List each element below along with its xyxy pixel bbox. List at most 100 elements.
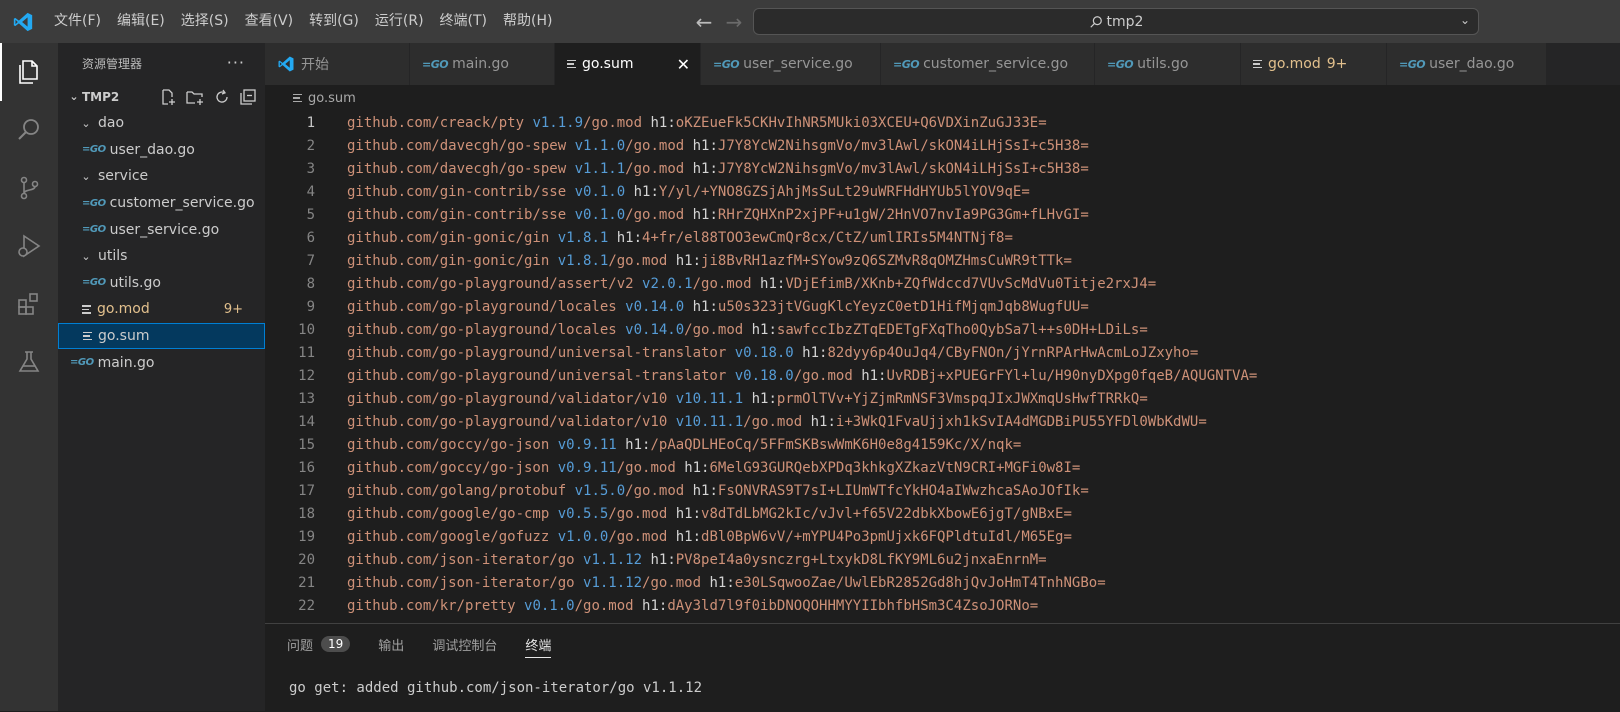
module-path: github.com/go-playground/universal-trans…: [347, 344, 727, 361]
line-number: 12: [298, 367, 315, 384]
tab-user-dao-go[interactable]: =GO user_dao.go: [1387, 43, 1547, 85]
tree-item-main-go[interactable]: =GO main.go: [58, 349, 265, 376]
source-control-icon[interactable]: [0, 159, 58, 217]
tab-go-sum[interactable]: go.sum ✕: [555, 43, 701, 85]
tree-item-go-sum[interactable]: go.sum: [58, 322, 265, 350]
module-version: v0.1.0: [574, 183, 626, 200]
code-text: github.com/go-playground/validator/v10 v…: [347, 413, 1207, 430]
code-text: github.com/google/gofuzz v1.0.0/go.mod h…: [347, 528, 1072, 545]
line-number: 17: [298, 482, 315, 499]
tab-label: 开始: [301, 57, 329, 73]
go-file-icon: =GO: [1107, 57, 1134, 71]
command-center-text: tmp2: [1106, 13, 1144, 30]
tree-item-service[interactable]: ⌄ service: [58, 163, 265, 190]
panel-tab[interactable]: 终端: [525, 624, 552, 664]
chevron-down-icon[interactable]: ⌄: [1460, 13, 1470, 27]
tab--[interactable]: 开始: [265, 43, 410, 85]
menu-item[interactable]: 帮助(H): [495, 0, 560, 43]
menu-item[interactable]: 编辑(E): [109, 0, 173, 43]
go-file-icon: =GO: [70, 357, 94, 369]
line-number: 7: [306, 252, 315, 269]
problem-count-badge: 9+: [223, 301, 243, 317]
testing-icon[interactable]: [0, 333, 58, 391]
code-text: github.com/kr/pretty v0.1.0/go.mod h1:dA…: [347, 597, 1039, 614]
forward-arrow-icon[interactable]: →: [724, 10, 744, 34]
checksum-hash: FsONVRAS9T7sI+LIUmWTfcYkHO4aIWwzhcaSAoJO…: [717, 482, 1089, 499]
command-center-search[interactable]: tmp2 ⌄: [753, 8, 1479, 35]
tree-item-user-service-go[interactable]: =GO user_service.go: [58, 216, 265, 243]
new-file-icon[interactable]: [159, 88, 177, 106]
checksum-hash: i+3WkQ1FvaUjjxh1kSvIA4dMGDBiPU55YFDl0WbK…: [835, 413, 1207, 430]
module-version: v10.11.1: [675, 413, 744, 430]
tree-item-user-dao-go[interactable]: =GO user_dao.go: [58, 137, 265, 164]
module-version: v1.0.0: [557, 528, 609, 545]
file-tree: ⌄ dao =GO user_dao.go ⌄ service =GO customer_se…: [58, 110, 265, 376]
code-text: github.com/go-playground/validator/v10 v…: [347, 390, 1148, 407]
code-line: 17 github.com/golang/protobuf v1.5.0/go.m…: [265, 479, 1620, 502]
go-mod-suffix: /go.mod: [743, 413, 803, 430]
module-version: v1.1.12: [583, 574, 643, 591]
checksum-hash: RHrZQHXnP2xjPF+u1gW/2HnVO7nvIa9PG3Gm+fLH…: [717, 206, 1089, 223]
extensions-icon[interactable]: [0, 275, 58, 333]
close-icon[interactable]: ✕: [677, 55, 690, 74]
refresh-icon[interactable]: [213, 88, 231, 106]
collapse-all-icon[interactable]: [239, 88, 257, 106]
checksum-hash: 4+fr/el88TOO3ewCmQr8cx/CtZ/umlIRIs5M4NTN…: [642, 229, 1013, 246]
search-icon[interactable]: [0, 101, 58, 159]
go-mod-suffix: /go.mod: [642, 574, 702, 591]
go-mod-suffix: /go.mod: [793, 367, 853, 384]
explorer-icon[interactable]: [0, 43, 58, 101]
tab-utils-go[interactable]: =GO utils.go: [1095, 43, 1241, 85]
module-path: github.com/json-iterator/go: [347, 551, 575, 568]
back-arrow-icon[interactable]: ←: [694, 10, 714, 34]
module-path: github.com/goccy/go-json: [347, 459, 550, 476]
menu-item[interactable]: 查看(V): [237, 0, 302, 43]
code-line: 1 github.com/creack/pty v1.1.9/go.mod h1:…: [265, 111, 1620, 134]
menu-item[interactable]: 运行(R): [367, 0, 432, 43]
go-mod-suffix: /go.mod: [583, 114, 643, 131]
tree-item-go-mod[interactable]: go.mod 9+: [58, 296, 265, 323]
module-path: github.com/davecgh/go-spew: [347, 137, 567, 154]
tree-item-utils[interactable]: ⌄ utils: [58, 243, 265, 270]
more-actions-icon[interactable]: ···: [227, 53, 245, 72]
panel-tab[interactable]: 输出: [378, 624, 404, 664]
menu-item[interactable]: 文件(F): [46, 0, 109, 43]
panel-tab[interactable]: 调试控制台: [432, 624, 497, 664]
panel-tab-label: 输出: [378, 638, 405, 654]
run-debug-icon[interactable]: [0, 217, 58, 275]
code-text: github.com/google/go-cmp v0.5.5/go.mod h…: [347, 505, 1072, 522]
code-text: github.com/go-playground/locales v0.14.0…: [347, 298, 1089, 315]
tab-user-service-go[interactable]: =GO user_service.go: [701, 43, 881, 85]
module-version: v0.9.11: [557, 459, 617, 476]
tab-go-mod[interactable]: go.mod 9+: [1241, 43, 1387, 85]
breadcrumb-item[interactable]: go.sum: [308, 91, 356, 106]
tab-label: go.mod: [1268, 56, 1321, 72]
terminal-output[interactable]: go get: added github.com/json-iterator/g…: [289, 680, 702, 696]
line-number: 5: [306, 206, 315, 223]
checksum-hash: Y/yl/+YNO8GZSjAhjMsSuLt29uWRFHdHYUb5lYOV…: [658, 183, 1030, 200]
checksum-hash: ji8BvRH1azfM+SYow9zQ6SZMvR8qOMZHmsCuWR9t…: [701, 252, 1072, 269]
tree-item-utils-go[interactable]: =GO utils.go: [58, 270, 265, 297]
module-path: github.com/gin-gonic/gin: [347, 229, 550, 246]
line-number: 13: [298, 390, 315, 407]
menu-item[interactable]: 终端(T): [432, 0, 495, 43]
tab-label: utils.go: [1137, 56, 1189, 72]
go-mod-suffix: /go.mod: [616, 459, 676, 476]
line-number: 18: [298, 505, 315, 522]
panel-tab[interactable]: 问题 19: [287, 624, 351, 664]
new-folder-icon[interactable]: [185, 88, 205, 106]
module-path: github.com/golang/protobuf: [347, 482, 567, 499]
code-editor[interactable]: 1 github.com/creack/pty v1.1.9/go.mod h1:…: [265, 111, 1620, 623]
workspace-root[interactable]: ⌄ TMP2: [58, 83, 265, 110]
tab-customer-service-go[interactable]: =GO customer_service.go: [881, 43, 1095, 85]
module-path: github.com/google/gofuzz: [347, 528, 550, 545]
bottom-panel: 问题 19 输出 调试控制台 终端 go get: added github.com/j…: [265, 623, 1620, 712]
explorer-title: 资源管理器: [82, 56, 143, 71]
tab-main-go[interactable]: =GO main.go: [410, 43, 555, 85]
tree-item-customer-service-go[interactable]: =GO customer_service.go: [58, 190, 265, 217]
menu-item[interactable]: 选择(S): [173, 0, 237, 43]
tree-item-dao[interactable]: ⌄ dao: [58, 110, 265, 137]
editor-tabs: 开始 =GO main.go go.sum ✕ =GO user_service.go =GO…: [265, 43, 1620, 85]
menu-item[interactable]: 转到(G): [301, 0, 367, 43]
file-lines-icon: [1253, 59, 1262, 69]
